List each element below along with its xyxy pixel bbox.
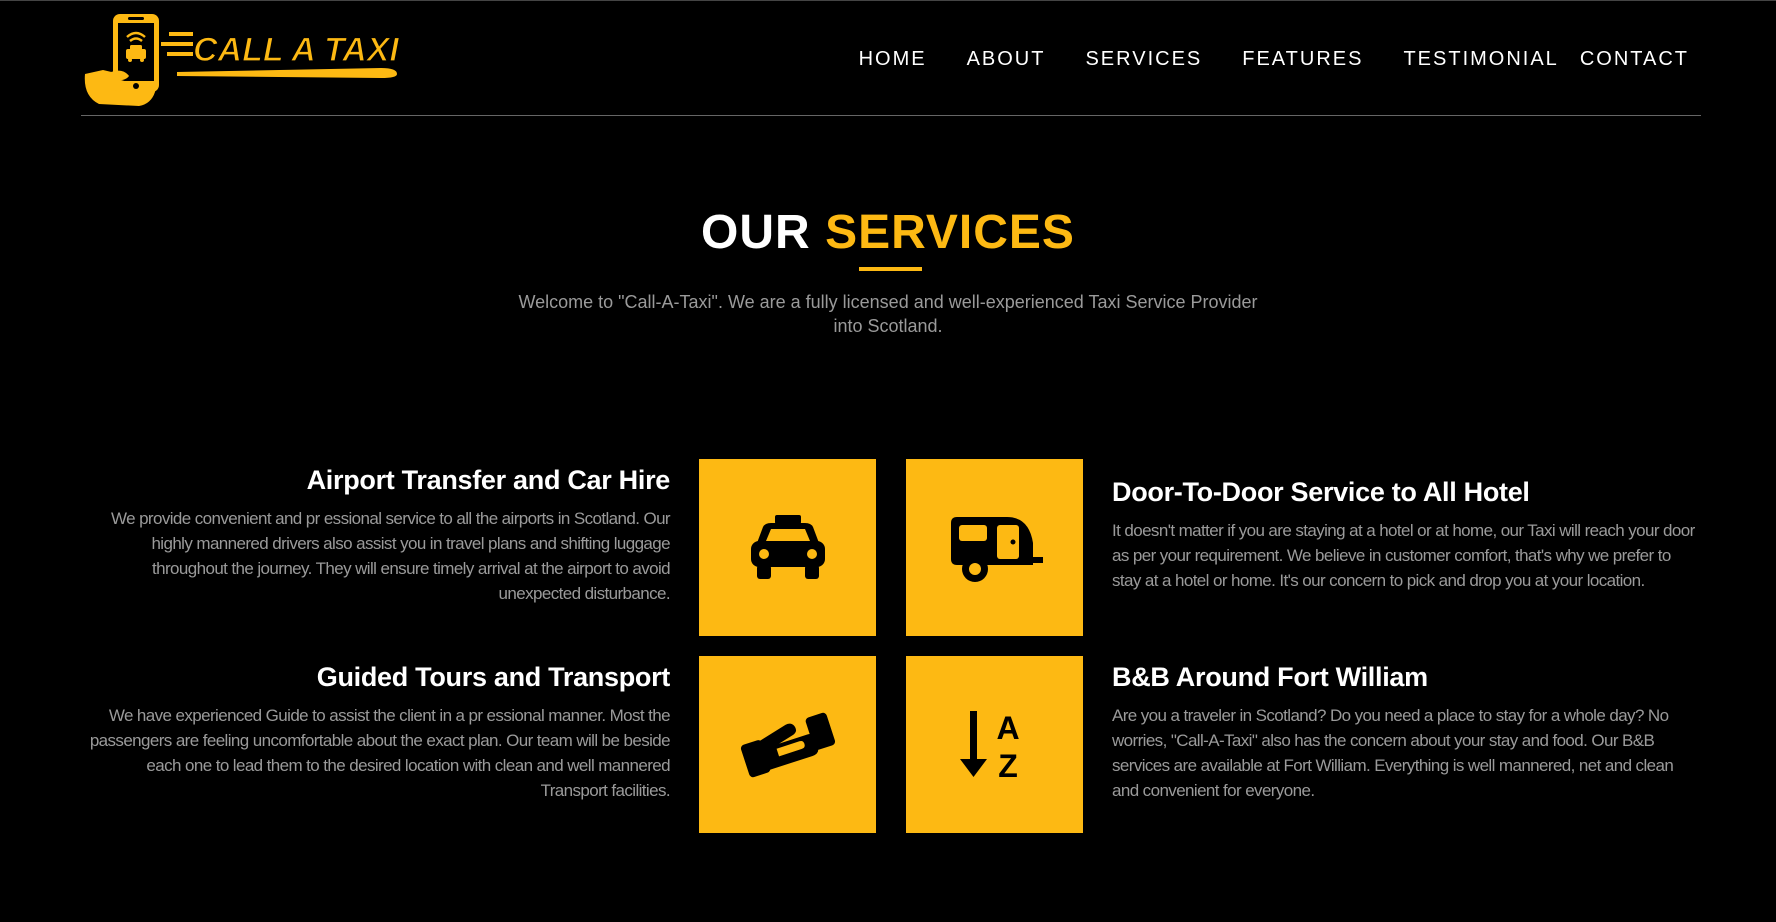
sort-letter-a: A [996,710,1019,746]
sort-az-icon: A Z [959,710,1019,781]
service-description: Are you a traveler in Scotland? Do you n… [1112,706,1674,800]
service-description: We provide convenient and pr essional se… [110,509,671,603]
nav-about[interactable]: ABOUT [967,44,1046,74]
logo-graphic: CALL A TAXI [84,14,401,106]
service-title: Door-To-Door Service to All Hotel [1112,477,1530,507]
service-door-to-door: Door-To-Door Service to All Hotel It doe… [1112,474,1702,593]
section-title-part2: SERVICES [825,206,1075,259]
nav-features[interactable]: FEATURES [1242,44,1363,74]
taxi-icon [750,514,825,579]
caravan-icon [950,516,1043,582]
logo[interactable]: CALL A TAXI [81,12,451,108]
logo-text: CALL A TAXI [193,31,400,69]
title-underline [859,267,922,271]
service-tile-sort[interactable]: A Z [906,656,1083,833]
section-intro: Welcome to "Call-A-Taxi". We are a fully… [518,292,1258,336]
service-airport: Airport Transfer and Car Hire We provide… [80,462,671,606]
service-description: It doesn't matter if you are staying at … [1112,521,1695,590]
site-header: CALL A TAXI HOME ABOUT SERVICES FEATURES… [81,0,1701,116]
nav-testimonial[interactable]: TESTIMONIAL [1403,44,1558,74]
main-nav: HOME ABOUT SERVICES FEATURES TESTIMONIAL… [859,44,1689,74]
service-guided-tours: Guided Tours and Transport We have exper… [80,659,671,803]
service-title: Airport Transfer and Car Hire [306,465,671,495]
service-tile-handshake[interactable] [699,656,876,833]
service-description: We have experienced Guide to assist the … [89,706,671,800]
handshake-icon [740,712,835,777]
service-bnb: B&B Around Fort William Are you a travel… [1112,659,1702,803]
section-title-part1: OUR [701,206,811,259]
service-tile-caravan[interactable] [906,459,1083,636]
nav-contact[interactable]: CONTACT [1580,44,1689,74]
section-title: OUR SERVICES [0,203,1776,263]
nav-services[interactable]: SERVICES [1085,44,1202,74]
sort-letter-z: Z [998,748,1018,781]
service-tile-taxi[interactable] [699,459,876,636]
nav-home[interactable]: HOME [859,44,927,74]
service-title: Guided Tours and Transport [316,662,671,692]
service-title: B&B Around Fort William [1112,662,1428,692]
